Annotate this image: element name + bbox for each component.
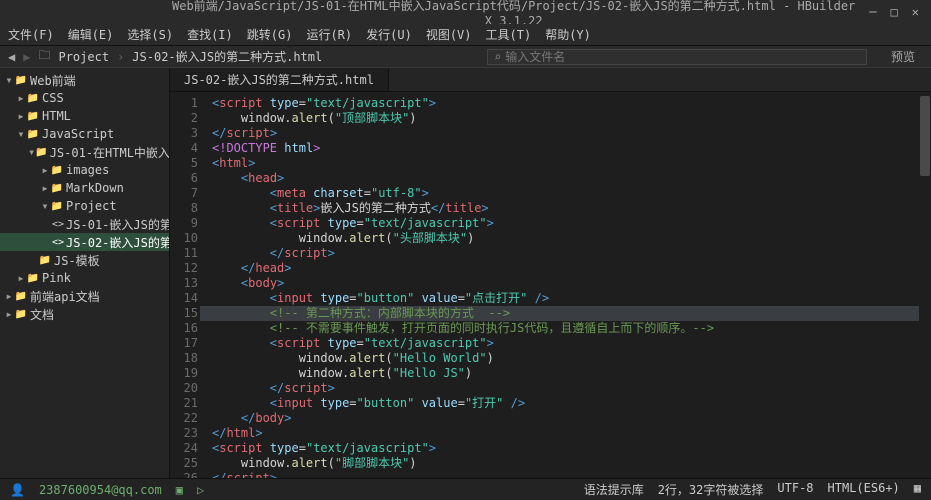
status-language[interactable]: HTML(ES6+) [828,481,900,498]
editor: JS-02-嵌入JS的第二种方式.html 123456789101112131… [170,68,931,478]
breadcrumb[interactable]: Project [58,50,109,64]
tree-row[interactable]: ▸📁HTML [0,107,169,125]
menu-item[interactable]: 跳转(G) [247,26,293,43]
menu-item[interactable]: 编辑(E) [68,26,114,43]
tabs: JS-02-嵌入JS的第二种方式.html [170,68,931,92]
menu-item[interactable]: 运行(R) [306,26,352,43]
status-position: 2行，32字符被选择 [658,481,764,498]
menu-item[interactable]: 帮助(Y) [545,26,591,43]
scroll-thumb[interactable] [920,96,930,176]
close-icon[interactable]: ✕ [912,5,919,19]
tree-row[interactable]: ▸📁images [0,161,169,179]
menu-item[interactable]: 发行(U) [366,26,412,43]
tree-row[interactable]: ▸📁文档 [0,305,169,323]
menu-item[interactable]: 视图(V) [426,26,472,43]
tree-row[interactable]: <>JS-02-嵌入JS的第二种方式... [0,233,169,251]
menu-item[interactable]: 选择(S) [127,26,173,43]
sidebar: ▾📁Web前端▸📁CSS▸📁HTML▾📁JavaScript▾📁JS-01-在H… [0,68,170,478]
tree-row[interactable]: ▾📁JavaScript [0,125,169,143]
status-syntax[interactable]: 语法提示库 [584,481,644,498]
status-user[interactable]: 2387600954@qq.com [39,483,162,497]
tree-row[interactable]: ▸📁MarkDown [0,179,169,197]
folder-icon: 🗀 [38,46,50,67]
tree-row[interactable]: ▸📁Pink [0,269,169,287]
statusbar: 👤 2387600954@qq.com ▣ ▷ 语法提示库 2行，32字符被选择… [0,478,931,500]
menu-item[interactable]: 文件(F) [8,26,54,43]
toolbar: ◀ ▶ 🗀 Project › JS-02-嵌入JS的第二种方式.html ⌕输… [0,46,931,68]
search-input[interactable]: ⌕输入文件名 [487,49,867,65]
tree-row[interactable]: <>JS-01-嵌入JS的第一种方式... [0,215,169,233]
forward-icon[interactable]: ▶ [23,50,30,64]
breadcrumb[interactable]: JS-02-嵌入JS的第二种方式.html [132,48,322,65]
grid-icon[interactable]: ▦ [914,481,921,498]
code-area[interactable]: <script type="text/javascript"> window.a… [206,92,919,478]
tree-row[interactable]: ▸📁前端api文档 [0,287,169,305]
tree-row[interactable]: 📁JS-模板 [0,251,169,269]
maximize-icon[interactable]: □ [891,5,898,19]
menu-item[interactable]: 查找(I) [187,26,233,43]
back-icon[interactable]: ◀ [8,50,15,64]
tab-active[interactable]: JS-02-嵌入JS的第二种方式.html [170,68,389,91]
menubar: 文件(F) 编辑(E) 选择(S) 查找(I) 跳转(G) 运行(R) 发行(U) 视图(V)… [0,24,931,46]
scrollbar[interactable] [919,92,931,478]
tree-row[interactable]: ▸📁CSS [0,89,169,107]
run-icon[interactable]: ▷ [197,483,204,497]
user-icon[interactable]: 👤 [10,483,25,497]
preview-button[interactable]: 预览 [883,48,923,65]
menu-item[interactable]: 工具(T) [486,26,532,43]
terminal-icon[interactable]: ▣ [176,483,183,497]
tree-row[interactable]: ▾📁JS-01-在HTML中嵌入JavaScri... [0,143,169,161]
tree-row[interactable]: ▾📁Project [0,197,169,215]
tree-row[interactable]: ▾📁Web前端 [0,71,169,89]
line-gutter: 1234567891011121314151617181920212223242… [170,92,206,478]
status-encoding[interactable]: UTF-8 [777,481,813,498]
titlebar: Web前端/JavaScript/JS-01-在HTML中嵌入JavaScrip… [0,0,931,24]
minimize-icon[interactable]: ─ [869,5,876,19]
